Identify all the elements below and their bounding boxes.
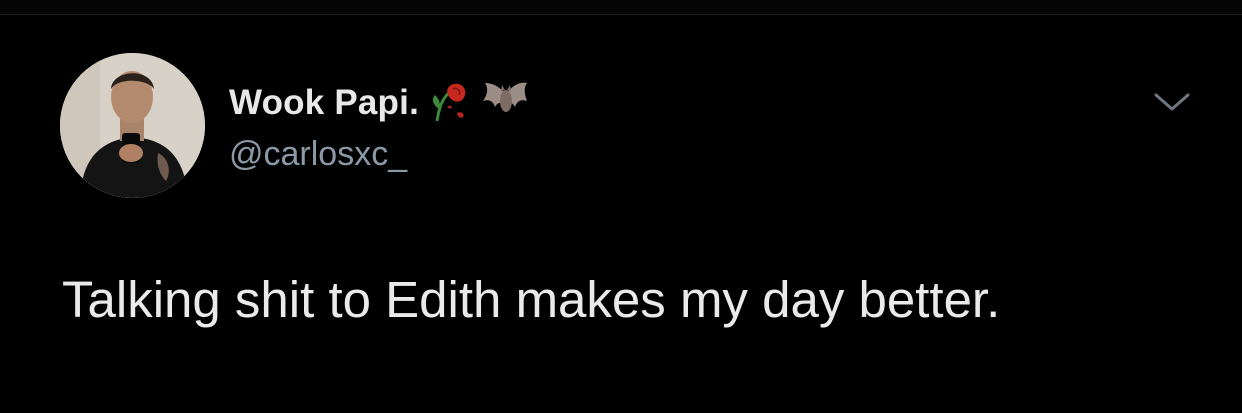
top-divider bbox=[0, 0, 1242, 15]
tweet-card: Wook Papi. @carlosxc_ Talking shit to Ed… bbox=[0, 15, 1242, 413]
tweet-body: Talking shit to Edith makes my day bette… bbox=[62, 271, 1001, 328]
display-name[interactable]: Wook Papi. bbox=[229, 83, 419, 123]
avatar[interactable] bbox=[60, 53, 205, 198]
chevron-down-icon[interactable] bbox=[1152, 87, 1192, 117]
author-name-row[interactable]: Wook Papi. bbox=[229, 77, 529, 129]
wilted-rose-icon bbox=[429, 79, 471, 128]
author-handle[interactable]: @carlosxc_ bbox=[229, 135, 407, 174]
bat-icon bbox=[481, 79, 529, 128]
